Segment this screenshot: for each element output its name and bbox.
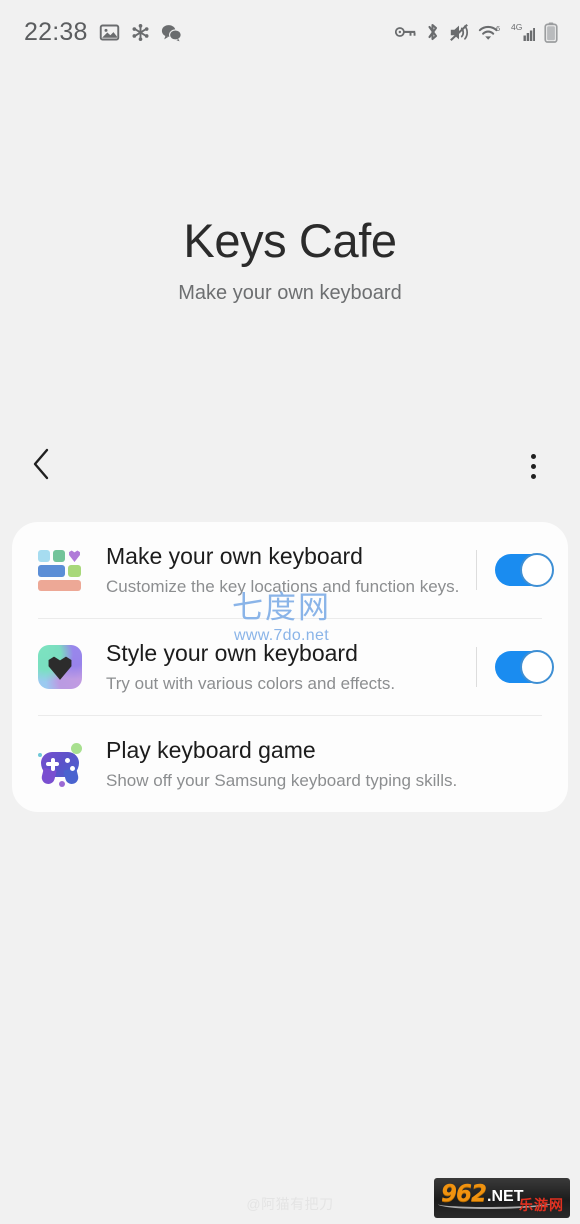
chevron-left-icon: [30, 447, 52, 486]
watermark-962-logo: 962 .NET 乐游网: [434, 1178, 570, 1218]
back-button[interactable]: [30, 444, 70, 488]
list-item-description: Show off your Samsung keyboard typing sk…: [106, 771, 458, 791]
logo-number: 962: [441, 1181, 487, 1207]
bluetooth-icon: [425, 22, 440, 42]
toggle-switch-make-keyboard[interactable]: [494, 553, 554, 587]
wechat-icon: [161, 23, 182, 42]
overflow-dot-icon: [530, 463, 536, 469]
list-item-text: Make your own keyboard Customize the key…: [84, 526, 460, 615]
overflow-dot-icon: [530, 453, 536, 459]
list-item-description: Customize the key locations and function…: [106, 577, 460, 597]
svg-text:4G: 4G: [511, 22, 522, 32]
vpn-key-icon: [395, 25, 416, 39]
page-title: Keys Cafe: [183, 214, 397, 267]
colored-keys-icon: [36, 550, 84, 591]
list-item-control: [460, 550, 568, 590]
wifi-icon: 6: [478, 23, 502, 42]
list-item-control: [460, 647, 568, 687]
status-clock: 22:38: [24, 17, 88, 46]
asterisk-icon: [131, 23, 150, 42]
vertical-divider: [475, 647, 477, 687]
toggle-knob: [519, 553, 554, 587]
toggle-switch-style-keyboard[interactable]: [494, 650, 554, 684]
overflow-menu-button[interactable]: [516, 444, 550, 488]
logo-domain: .NET: [487, 1188, 524, 1205]
list-item-text: Style your own keyboard Try out with var…: [84, 623, 460, 712]
status-bar-left: 22:38: [24, 18, 182, 47]
list-item-text: Play keyboard game Show off your Samsung…: [84, 720, 460, 809]
watermark-weibo: @阿猫有把刀: [246, 1196, 334, 1212]
list-item[interactable]: Play keyboard game Show off your Samsung…: [12, 716, 568, 812]
list-item-description: Try out with various colors and effects.: [106, 674, 396, 694]
overflow-dot-icon: [530, 473, 536, 479]
page-subtitle: Make your own keyboard: [178, 282, 402, 305]
status-bar: 22:38 6 4G: [0, 0, 580, 64]
gamepad-icon: [36, 741, 84, 787]
list-item-title: Make your own keyboard: [106, 542, 363, 569]
svg-text:6: 6: [496, 24, 500, 33]
vertical-divider: [475, 550, 477, 590]
battery-icon: [544, 21, 558, 43]
list-item[interactable]: Make your own keyboard Customize the key…: [12, 522, 568, 618]
logo-cn-name: 乐游网: [519, 1198, 564, 1214]
image-icon: [99, 22, 120, 43]
logo-swoosh: [438, 1197, 556, 1209]
navigation-row: [0, 440, 580, 492]
feature-list-card: Make your own keyboard Customize the key…: [12, 522, 568, 812]
list-item-title: Play keyboard game: [106, 736, 316, 763]
list-item[interactable]: Style your own keyboard Try out with var…: [12, 619, 568, 715]
status-bar-right: 6 4G: [395, 21, 558, 43]
list-item-title: Style your own keyboard: [106, 639, 358, 666]
mute-vibrate-icon: [449, 23, 469, 42]
toggle-knob: [519, 650, 554, 684]
signal-4g-icon: 4G: [511, 22, 535, 42]
gradient-heart-icon: [36, 645, 84, 689]
page-header: Keys Cafe Make your own keyboard: [0, 214, 580, 305]
